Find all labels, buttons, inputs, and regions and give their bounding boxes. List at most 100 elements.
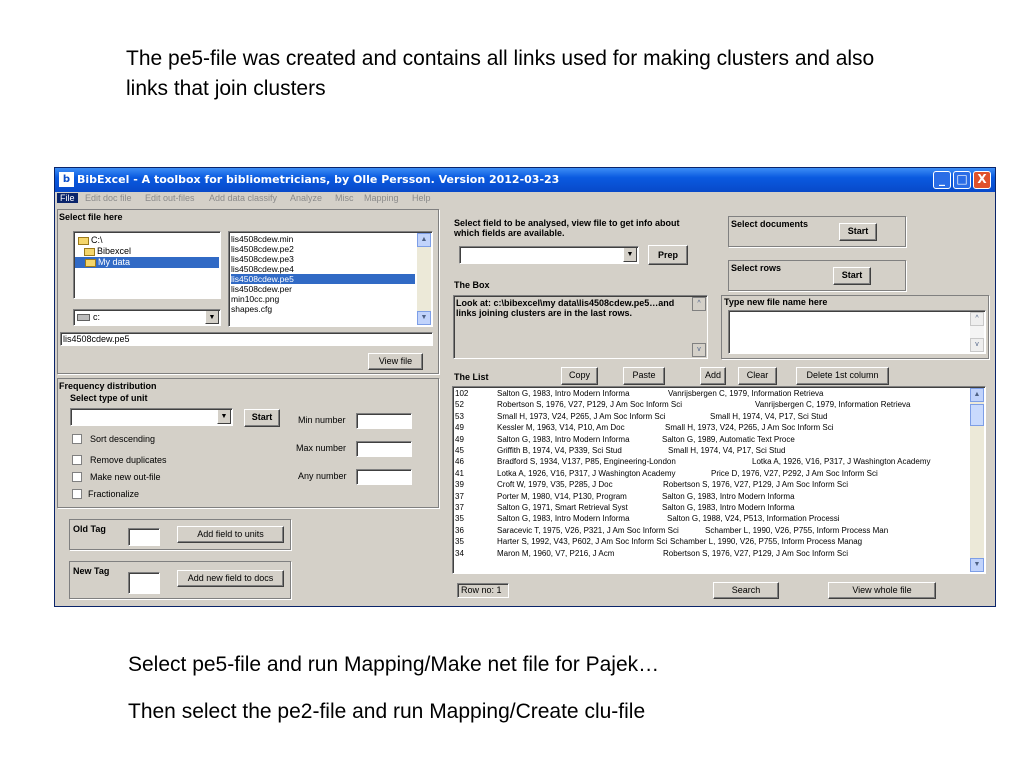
scroll-up-icon[interactable]: ^ xyxy=(970,312,984,326)
list-row[interactable]: 53 Small H, 1973, V24, P265, J Am Soc Inf… xyxy=(455,412,967,421)
any-number-field[interactable] xyxy=(356,469,412,485)
view-whole-file-button[interactable]: View whole file xyxy=(828,582,936,599)
file-list[interactable]: lis4508cdew.min lis4508cdew.pe2 lis4508c… xyxy=(228,231,433,327)
the-box-textarea[interactable]: Look at: c:\bibexcel\my data\lis4508cdew… xyxy=(453,295,708,359)
list-row[interactable]: 49 Kessler M, 1963, V14, P10, Am Doc Small… xyxy=(455,423,967,432)
max-number-field[interactable] xyxy=(356,441,412,457)
file-item[interactable]: shapes.cfg xyxy=(231,304,272,314)
list-row[interactable]: 37 Porter M, 1980, V14, P130, Program Salt… xyxy=(455,492,967,501)
list-row-target: Schamber L, 1990, V26, P755, Inform Proc… xyxy=(670,537,863,547)
clear-button[interactable]: Clear xyxy=(738,367,777,385)
scroll-down-icon[interactable]: ▼ xyxy=(417,311,431,325)
list-row[interactable]: 39 Croft W, 1979, V35, P285, J Doc Roberts… xyxy=(455,480,967,489)
list-row[interactable]: 52 Robertson S, 1976, V27, P129, J Am Soc… xyxy=(455,400,967,409)
scroll-down-icon[interactable]: v xyxy=(970,338,984,352)
frequency-start-button[interactable]: Start xyxy=(244,409,280,427)
menu-misc[interactable]: Misc xyxy=(335,193,354,203)
list-row-count: 35 xyxy=(455,514,464,524)
file-item[interactable]: min10cc.png xyxy=(231,294,279,304)
title-bar[interactable]: b BibExcel - A toolbox for bibliometrici… xyxy=(55,168,995,192)
menu-mapping[interactable]: Mapping xyxy=(364,193,399,203)
menu-edit-out-files[interactable]: Edit out-files xyxy=(145,193,195,203)
min-number-field[interactable] xyxy=(356,413,412,429)
file-item[interactable]: lis4508cdew.pe3 xyxy=(231,254,294,264)
old-tag-field[interactable] xyxy=(128,528,160,546)
menu-help[interactable]: Help xyxy=(412,193,431,203)
menu-analyze[interactable]: Analyze xyxy=(290,193,322,203)
chevron-down-icon[interactable]: ▼ xyxy=(623,248,637,262)
chevron-down-icon[interactable]: ▼ xyxy=(217,410,231,424)
slide-step1-text: Select pe5-file and run Mapping/Make net… xyxy=(128,653,660,676)
search-button[interactable]: Search xyxy=(713,582,779,599)
list-row[interactable]: 102 Salton G, 1983, Intro Modern Informa V… xyxy=(455,389,967,398)
maximize-button[interactable]: □ xyxy=(953,171,971,189)
new-tag-field[interactable] xyxy=(128,572,160,594)
add-new-field-to-docs-button[interactable]: Add new field to docs xyxy=(177,570,284,587)
list-row-count: 35 xyxy=(455,537,464,547)
add-button[interactable]: Add xyxy=(700,367,726,385)
folder-bibexcel[interactable]: Bibexcel xyxy=(84,246,131,257)
drive-select[interactable]: c: ▼ xyxy=(73,309,221,326)
copy-button[interactable]: Copy xyxy=(561,367,598,385)
list-row[interactable]: 34 Maron M, 1960, V7, P216, J Acm Robertso… xyxy=(455,549,967,558)
prep-button[interactable]: Prep xyxy=(648,245,688,265)
folder-my-data[interactable]: My data xyxy=(75,257,219,268)
paste-button[interactable]: Paste xyxy=(623,367,665,385)
list-row[interactable]: 37 Salton G, 1971, Smart Retrieval Syst Sa… xyxy=(455,503,967,512)
select-rows-start-button[interactable]: Start xyxy=(833,267,871,285)
file-item[interactable]: lis4508cdew.pe2 xyxy=(231,244,294,254)
list-row-source: Salton G, 1983, Intro Modern Informa xyxy=(497,514,630,524)
file-item[interactable]: lis4508cdew.min xyxy=(231,234,293,244)
file-item[interactable]: lis4508cdew.pe4 xyxy=(231,264,294,274)
scroll-up-icon[interactable]: ▲ xyxy=(970,388,984,402)
folder-tree[interactable]: C:\ Bibexcel My data xyxy=(73,231,221,299)
select-documents-start-button[interactable]: Start xyxy=(839,223,877,241)
list-row[interactable]: 46 Bradford S, 1934, V137, P85, Engineeri… xyxy=(455,457,967,466)
menu-add-data-classify[interactable]: Add data classify xyxy=(209,193,277,203)
menu-edit-doc-file[interactable]: Edit doc file xyxy=(85,193,132,203)
make-new-out-file-checkbox[interactable] xyxy=(72,472,82,482)
minimize-button[interactable]: _ xyxy=(933,171,951,189)
the-box-scrollbar[interactable]: ^ v xyxy=(692,297,706,357)
file-list-scrollbar[interactable]: ▲ ▼ xyxy=(417,233,431,325)
app-icon: b xyxy=(59,172,74,187)
list-row-target: Vanrijsbergen C, 1979, Information Retri… xyxy=(755,400,911,410)
file-item[interactable]: lis4508cdew.per xyxy=(231,284,292,294)
chevron-down-icon[interactable]: ▼ xyxy=(205,311,219,324)
delete-first-column-button[interactable]: Delete 1st column xyxy=(796,367,889,385)
sort-descending-checkbox[interactable] xyxy=(72,434,82,444)
list-row[interactable]: 35 Harter S, 1992, V43, P602, J Am Soc In… xyxy=(455,537,967,546)
the-list[interactable]: 102 Salton G, 1983, Intro Modern Informa V… xyxy=(452,386,986,574)
folder-c[interactable]: C:\ xyxy=(78,235,103,246)
list-row[interactable]: 49 Salton G, 1983, Intro Modern Informa Sa… xyxy=(455,435,967,444)
folder-icon xyxy=(84,247,95,256)
scroll-down-icon[interactable]: v xyxy=(692,343,706,357)
analyse-field-text: Select field to be analysed, view file t… xyxy=(454,218,680,238)
max-number-label: Max number xyxy=(296,443,347,453)
scroll-up-icon[interactable]: ▲ xyxy=(417,233,431,247)
list-row[interactable]: 36 Saracevic T, 1975, V26, P321, J Am Soc… xyxy=(455,526,967,535)
new-file-textarea[interactable]: ^ v xyxy=(728,310,986,354)
list-row[interactable]: 41 Lotka A, 1926, V16, P317, J Washington… xyxy=(455,469,967,478)
fractionalize-checkbox[interactable] xyxy=(72,489,82,499)
new-file-group: Type new file name here ^ v xyxy=(721,295,989,359)
list-row-target: Vanrijsbergen C, 1979, Information Retri… xyxy=(668,389,824,398)
the-list-scrollbar[interactable]: ▲ ▼ xyxy=(970,388,984,572)
scroll-up-icon[interactable]: ^ xyxy=(692,297,706,311)
list-row[interactable]: 35 Salton G, 1983, Intro Modern Informa Sa… xyxy=(455,514,967,523)
unit-type-select[interactable]: ▼ xyxy=(70,408,233,426)
scrollbar-thumb[interactable] xyxy=(970,404,984,426)
view-file-button[interactable]: View file xyxy=(368,353,423,370)
close-button[interactable]: X xyxy=(973,171,991,189)
remove-duplicates-checkbox[interactable] xyxy=(72,455,82,465)
file-item-selected[interactable]: lis4508cdew.pe5 xyxy=(231,274,415,284)
file-path-field[interactable]: lis4508cdew.pe5 xyxy=(60,332,433,346)
new-file-scrollbar[interactable]: ^ v xyxy=(970,312,984,352)
field-select[interactable]: ▼ xyxy=(459,246,639,264)
scroll-down-icon[interactable]: ▼ xyxy=(970,558,984,572)
list-row-count: 102 xyxy=(455,389,469,398)
menu-file[interactable]: File xyxy=(57,193,78,203)
add-field-to-units-button[interactable]: Add field to units xyxy=(177,526,284,543)
list-row-target: Salton G, 1988, V24, P513, Information P… xyxy=(667,514,840,524)
list-row[interactable]: 45 Griffith B, 1974, V4, P339, Sci Stud Sm… xyxy=(455,446,967,455)
